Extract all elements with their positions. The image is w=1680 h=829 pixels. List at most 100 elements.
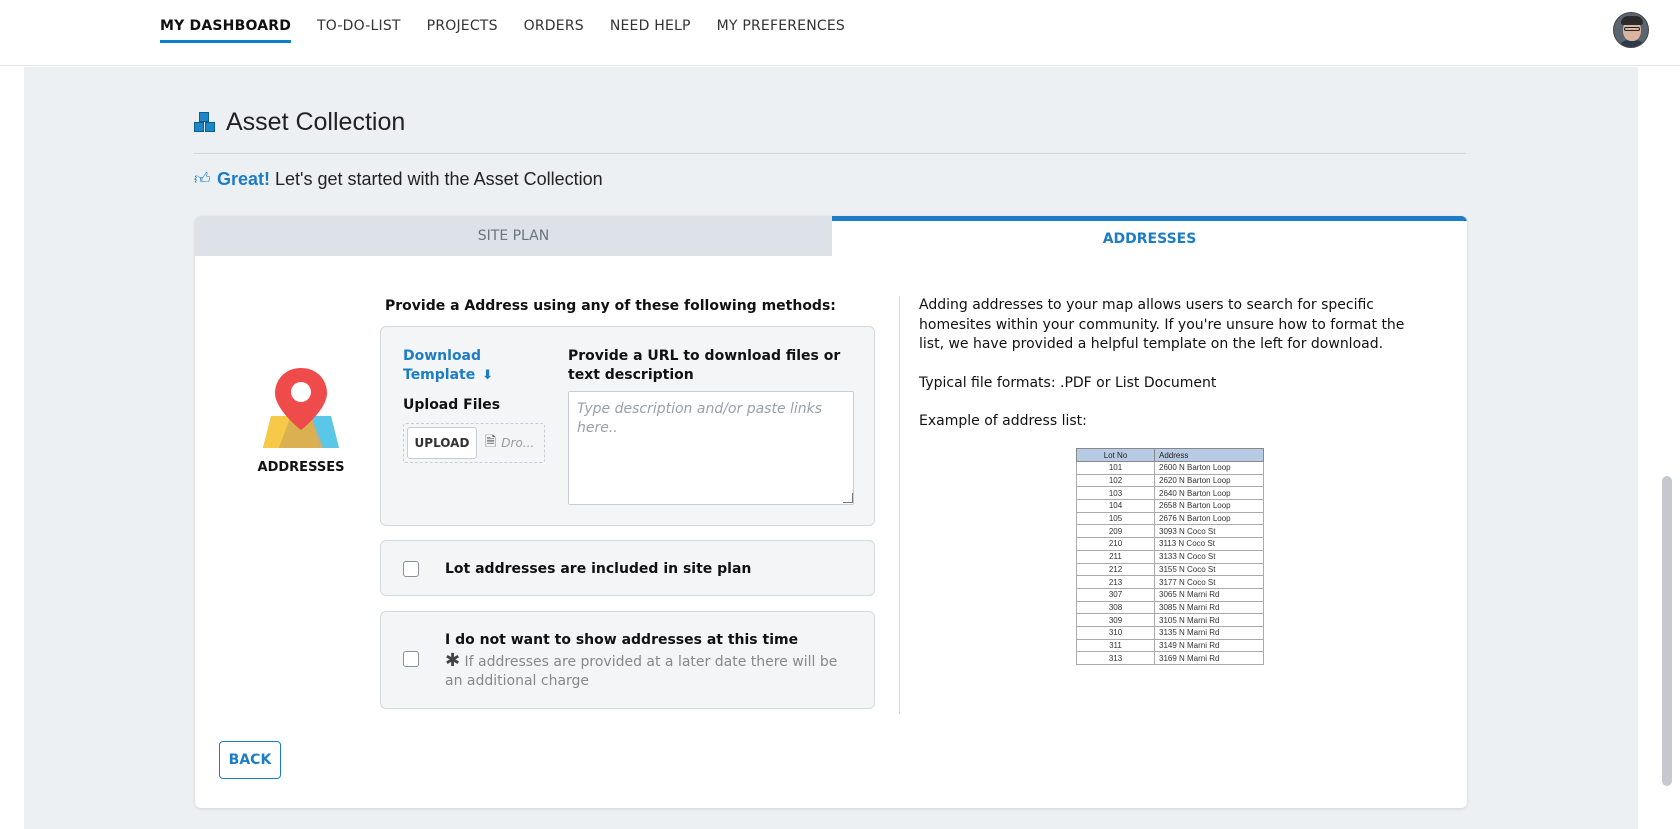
table-row: 210 3113 N Coco St xyxy=(1076,537,1264,551)
download-template-text: Download Template xyxy=(403,348,482,383)
no-addresses-checkbox[interactable] xyxy=(403,651,419,667)
lot-number-cell: 210 xyxy=(1076,537,1155,551)
table-row: 213 3177 N Coco St xyxy=(1076,575,1264,589)
nav-my-dashboard[interactable]: MY DASHBOARD xyxy=(160,18,292,43)
user-avatar[interactable] xyxy=(1613,12,1649,48)
included-in-site-plan-checkbox[interactable] xyxy=(403,561,419,577)
back-button[interactable]: BACK xyxy=(219,741,281,779)
avatar-shirt xyxy=(1617,40,1647,47)
lot-number-cell: 307 xyxy=(1076,587,1155,602)
nav-my-preferences[interactable]: MY PREFERENCES xyxy=(717,18,845,43)
address-cell: 3065 N Marni Rd xyxy=(1154,587,1264,602)
additional-charge-note: ✱ If addresses are provided at a later d… xyxy=(445,651,855,691)
address-methods-box: Download Template ⬇ Upload Files UPLOAD … xyxy=(380,326,875,526)
lot-number-cell: 102 xyxy=(1076,473,1155,488)
address-cell: 3135 N Marni Rd xyxy=(1154,625,1264,640)
address-cell: 3155 N Coco St xyxy=(1154,562,1264,577)
tab-site-plan[interactable]: SITE PLAN xyxy=(195,216,832,256)
textarea-resize-handle[interactable] xyxy=(843,493,853,503)
address-cell: 2640 N Barton Loop xyxy=(1154,486,1264,501)
table-row: 211 3133 N Coco St xyxy=(1076,549,1264,564)
nav-to-do-list[interactable]: TO-DO-LIST xyxy=(317,18,401,43)
additional-charge-text: If addresses are provided at a later dat… xyxy=(445,654,838,689)
download-icon: ⬇ xyxy=(482,368,494,383)
address-cell: 2600 N Barton Loop xyxy=(1154,461,1264,475)
lot-number-cell: 209 xyxy=(1076,524,1155,539)
subtitle-text: Let's get started with the Asset Collect… xyxy=(275,169,603,189)
url-description-input[interactable] xyxy=(568,391,854,505)
info-paragraph: Adding addresses to your map allows user… xyxy=(919,297,1405,352)
map-pin-icon xyxy=(263,368,339,448)
example-address-table: Lot No Address 101 2600 N Barton Loop 102 2… xyxy=(1076,448,1264,665)
table-row: 212 3155 N Coco St xyxy=(1076,562,1264,577)
thumbs-up-icon: 👍︎ xyxy=(194,170,211,188)
top-navigation-bar: MY DASHBOARD TO-DO-LIST PROJECTS ORDERS … xyxy=(0,0,1680,66)
drop-text: Dro... xyxy=(501,436,535,450)
address-cell: 2620 N Barton Loop xyxy=(1154,473,1264,488)
lot-number-cell: 103 xyxy=(1076,486,1155,501)
lot-number-cell: 213 xyxy=(1076,575,1155,589)
asset-collection-card: SITE PLAN ADDRESSES ADDRESSES Provide a … xyxy=(195,216,1467,808)
avatar-hair xyxy=(1621,16,1643,25)
page-subtitle: 👍︎ Great! Let's get started with the Ass… xyxy=(194,169,603,190)
lot-number-cell: 313 xyxy=(1076,651,1155,665)
table-header-lot: Lot No xyxy=(1076,448,1155,462)
option-none-box: I do not want to show addresses at this … xyxy=(380,611,875,709)
table-row: 311 3149 N Marni Rd xyxy=(1076,638,1264,653)
table-row: 104 2658 N Barton Loop xyxy=(1076,499,1264,513)
title-divider xyxy=(194,153,1466,154)
table-row: 105 2676 N Barton Loop xyxy=(1076,511,1264,526)
table-row: 309 3105 N Marni Rd xyxy=(1076,613,1264,627)
table-header-address: Address xyxy=(1154,448,1264,462)
no-addresses-label: I do not want to show addresses at this … xyxy=(445,632,799,648)
file-formats-text: Typical file formats: .PDF or List Docum… xyxy=(919,374,1217,391)
download-template-link[interactable]: Download Template ⬇ xyxy=(403,347,513,385)
address-cell: 3113 N Coco St xyxy=(1154,537,1264,551)
table-row: 103 2640 N Barton Loop xyxy=(1076,486,1264,501)
upload-drop-zone[interactable]: UPLOAD 🗎︎ Dro... xyxy=(403,423,545,463)
address-cell: 3169 N Marni Rd xyxy=(1154,651,1264,665)
table-row: 313 3169 N Marni Rd xyxy=(1076,651,1264,665)
table-row: 308 3085 N Marni Rd xyxy=(1076,600,1264,615)
lot-number-cell: 212 xyxy=(1076,562,1155,577)
subtitle-strong: Great! xyxy=(217,169,271,189)
tab-addresses[interactable]: ADDRESSES xyxy=(832,216,1467,256)
nav-need-help[interactable]: NEED HELP xyxy=(610,18,691,43)
avatar-glasses xyxy=(1624,27,1640,31)
nav-projects[interactable]: PROJECTS xyxy=(427,18,498,43)
table-row: 102 2620 N Barton Loop xyxy=(1076,473,1264,488)
nav-orders[interactable]: ORDERS xyxy=(524,18,584,43)
included-in-site-plan-label: Lot addresses are included in site plan xyxy=(445,561,752,577)
methods-heading: Provide a Address using any of these fol… xyxy=(385,298,836,314)
address-cell: 2676 N Barton Loop xyxy=(1154,511,1264,526)
lot-number-cell: 308 xyxy=(1076,600,1155,615)
table-row: 307 3065 N Marni Rd xyxy=(1076,587,1264,602)
column-divider xyxy=(899,296,900,714)
lot-number-cell: 104 xyxy=(1076,499,1155,513)
asterisk-icon: ✱ xyxy=(445,650,461,671)
cubes-icon xyxy=(194,111,218,134)
table-row: 101 2600 N Barton Loop xyxy=(1076,461,1264,475)
example-label: Example of address list: xyxy=(919,413,1087,429)
upload-files-label: Upload Files xyxy=(403,397,501,413)
lot-number-cell: 101 xyxy=(1076,461,1155,475)
info-panel: Adding addresses to your map allows user… xyxy=(919,296,1409,451)
address-cell: 3105 N Marni Rd xyxy=(1154,613,1264,627)
upload-button[interactable]: UPLOAD xyxy=(407,427,477,459)
option-included-box: Lot addresses are included in site plan xyxy=(380,540,875,596)
address-cell: 3085 N Marni Rd xyxy=(1154,600,1264,615)
example-table-body: 101 2600 N Barton Loop 102 2620 N Barton Lo… xyxy=(1076,461,1264,665)
address-cell: 3149 N Marni Rd xyxy=(1154,638,1264,653)
main-nav: MY DASHBOARD TO-DO-LIST PROJECTS ORDERS … xyxy=(160,18,871,43)
lot-number-cell: 309 xyxy=(1076,613,1155,627)
lot-number-cell: 105 xyxy=(1076,511,1155,526)
page-title: Asset Collection xyxy=(194,108,405,137)
lot-number-cell: 310 xyxy=(1076,625,1155,640)
address-cell: 2658 N Barton Loop xyxy=(1154,499,1264,513)
table-row: 310 3135 N Marni Rd xyxy=(1076,625,1264,640)
table-row: 209 3093 N Coco St xyxy=(1076,524,1264,539)
address-cell: 3133 N Coco St xyxy=(1154,549,1264,564)
lot-number-cell: 311 xyxy=(1076,638,1155,653)
addresses-section-label: ADDRESSES xyxy=(257,460,345,475)
page-scrollbar[interactable] xyxy=(1662,476,1672,786)
